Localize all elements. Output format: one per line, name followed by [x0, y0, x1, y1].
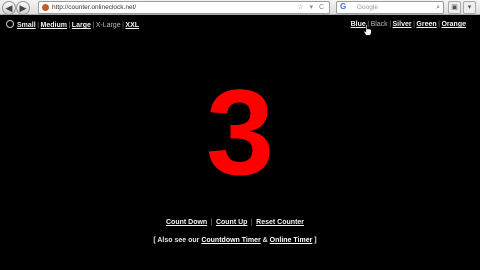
address-bar[interactable]: http://counter.onlineclock.net/ ☆ ▾ C — [38, 1, 330, 14]
count-down-link[interactable]: Count Down — [166, 219, 207, 226]
also-see-suffix: ] — [314, 237, 317, 244]
color-black-current: Black — [370, 21, 388, 28]
bookmarks-menu-icon[interactable]: ▣ — [448, 1, 461, 14]
separator: | — [438, 21, 440, 28]
search-icon[interactable]: ⌕ — [436, 2, 440, 13]
reset-counter-link[interactable]: Reset Counter — [256, 219, 304, 226]
separator: | — [389, 21, 392, 28]
address-bar-actions[interactable]: ☆ ▾ C — [297, 2, 326, 13]
size-medium-link[interactable]: Medium — [41, 22, 67, 29]
site-favicon-icon — [42, 4, 49, 11]
separator: | — [413, 21, 415, 28]
toolbar-right-buttons: ▣ ▾ — [448, 1, 478, 14]
size-small-link[interactable]: Small — [17, 22, 36, 29]
size-large-link[interactable]: Large — [72, 22, 91, 29]
separator: | — [210, 219, 213, 226]
also-see-ampersand: & — [262, 237, 268, 244]
online-timer-link[interactable]: Online Timer — [270, 237, 313, 244]
forward-button[interactable]: ▶ — [16, 1, 30, 15]
separator: | — [92, 22, 95, 29]
separator: | — [122, 22, 124, 29]
color-orange-link[interactable]: Orange — [441, 21, 466, 28]
back-button[interactable]: ◀ — [2, 1, 16, 15]
forward-arrow-icon: ▶ — [19, 3, 27, 13]
count-up-link[interactable]: Count Up — [216, 219, 248, 226]
size-options: Small | Medium | Large | X-Large | XXL — [6, 20, 139, 30]
counter-actions: Count Down | Count Up | Reset Counter — [0, 218, 470, 228]
browser-toolbar: ◀ ▶ http://counter.onlineclock.net/ ☆ ▾ … — [0, 0, 480, 15]
address-bar-url: http://counter.onlineclock.net/ — [52, 4, 137, 11]
size-xlarge-current: X-Large — [95, 22, 121, 29]
separator: | — [37, 22, 40, 29]
also-see-prefix: [ Also see our — [153, 237, 200, 244]
search-box[interactable]: G Google ⌕ — [336, 1, 444, 14]
clock-icon — [6, 20, 14, 28]
menu-dropdown-icon[interactable]: ▾ — [463, 1, 476, 14]
countdown-timer-link[interactable]: Countdown Timer — [201, 237, 260, 244]
color-silver-link[interactable]: Silver — [393, 21, 412, 28]
also-see-line: [ Also see our Countdown Timer & Online … — [0, 236, 470, 246]
search-input[interactable]: Google — [357, 2, 378, 13]
search-engine-icon[interactable]: G — [340, 3, 348, 11]
counter-display: 3 — [206, 64, 274, 200]
size-xxl-link[interactable]: XXL — [125, 22, 139, 29]
back-arrow-icon: ◀ — [5, 3, 13, 13]
separator: | — [250, 219, 253, 226]
color-green-link[interactable]: Green — [416, 21, 436, 28]
separator: | — [68, 22, 71, 29]
